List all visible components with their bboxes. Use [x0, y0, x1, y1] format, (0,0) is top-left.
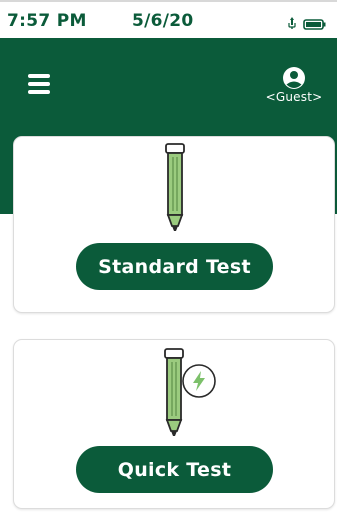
- pipette-icon: [165, 143, 185, 231]
- lightning-bolt-icon: [182, 364, 216, 398]
- standard-test-card[interactable]: Standard Test: [13, 136, 335, 313]
- standard-test-button[interactable]: Standard Test: [76, 243, 273, 290]
- quick-test-card[interactable]: Quick Test: [13, 339, 335, 509]
- user-account-button[interactable]: <Guest>: [258, 66, 330, 116]
- status-time: 7:57 PM: [7, 11, 87, 31]
- quick-test-button[interactable]: Quick Test: [76, 446, 273, 493]
- status-bar: 7:57 PM 5/6/20: [0, 0, 337, 38]
- hamburger-menu-icon[interactable]: [28, 72, 60, 98]
- battery-icon: [303, 19, 326, 30]
- app-screen: 7:57 PM 5/6/20 <Guest> Standard Test Qui…: [0, 0, 337, 514]
- status-date: 5/6/20: [132, 11, 194, 31]
- usb-icon: [288, 17, 296, 29]
- user-label: <Guest>: [265, 90, 323, 104]
- user-account-icon: [283, 67, 305, 89]
